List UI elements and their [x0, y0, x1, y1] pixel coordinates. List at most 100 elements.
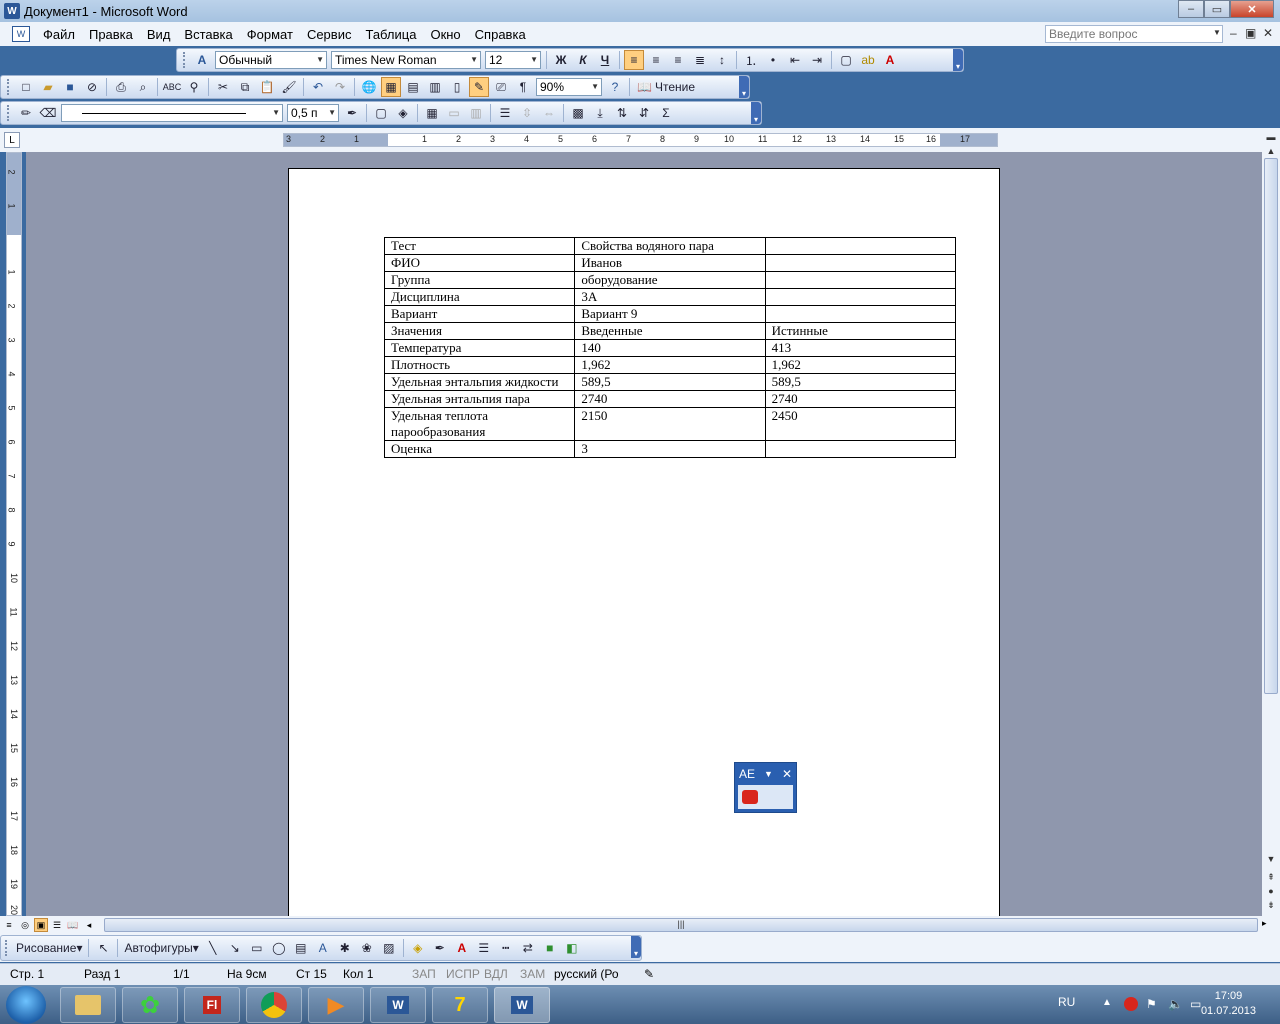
- print-preview-icon[interactable]: ⌕: [133, 77, 153, 97]
- shadow-icon[interactable]: ■: [540, 938, 560, 958]
- spelling-icon[interactable]: ABC: [162, 77, 182, 97]
- shading-color-icon[interactable]: ◈: [393, 103, 413, 123]
- insert-table-icon[interactable]: ▤: [403, 77, 423, 97]
- decrease-indent-icon[interactable]: ⇤: [785, 50, 805, 70]
- menu-window[interactable]: Окно: [423, 27, 467, 42]
- sort-ascending-icon[interactable]: ⇅: [612, 103, 632, 123]
- wordart-icon[interactable]: A: [313, 938, 333, 958]
- style-select[interactable]: Обычный ▼: [215, 51, 327, 69]
- rectangle-icon[interactable]: ▭: [247, 938, 267, 958]
- document-page[interactable]: Тест Свойства водяного пара ФИО Иванов Групп…: [288, 168, 1000, 916]
- chevron-down-icon[interactable]: ▼: [764, 769, 773, 779]
- scroll-down-icon[interactable]: ▼: [1264, 852, 1278, 866]
- table-cell[interactable]: Тест: [383, 237, 576, 255]
- insert-excel-icon[interactable]: ▥: [425, 77, 445, 97]
- underline-button[interactable]: Ч: [595, 50, 615, 70]
- styles-icon[interactable]: A: [192, 50, 212, 70]
- table-cell[interactable]: 1,962: [574, 356, 766, 374]
- toolbar-options-icon[interactable]: ▾: [739, 76, 749, 98]
- picture-icon[interactable]: ▨: [379, 938, 399, 958]
- table-cell[interactable]: 140: [574, 339, 766, 357]
- permission-icon[interactable]: ⊘: [82, 77, 102, 97]
- previous-page-icon[interactable]: ⇞: [1264, 870, 1278, 884]
- outside-border-icon[interactable]: ▢: [371, 103, 391, 123]
- language-indicator[interactable]: RU: [1058, 995, 1075, 1009]
- split-cells-icon[interactable]: ▥: [466, 103, 486, 123]
- arrow-style-icon[interactable]: ⇄: [518, 938, 538, 958]
- merge-cells-icon[interactable]: ▭: [444, 103, 464, 123]
- redo-icon[interactable]: ↷: [330, 77, 350, 97]
- print-icon[interactable]: ⎙: [111, 77, 131, 97]
- line-spacing-icon[interactable]: ↕: [712, 50, 732, 70]
- status-ovr[interactable]: ЗАМ: [520, 967, 545, 981]
- language-bar-floater[interactable]: АЕ ▼ ✕: [734, 762, 797, 813]
- table-cell[interactable]: [764, 254, 957, 272]
- browse-object-icon[interactable]: ●: [1264, 884, 1278, 898]
- scroll-up-icon[interactable]: ▲: [1264, 144, 1278, 158]
- network-icon[interactable]: ⚑: [1146, 997, 1160, 1011]
- horizontal-ruler[interactable]: 3 2 1 1 2 3 4 5 6 7 8 9 10 11 12 13 14 1…: [283, 133, 998, 147]
- table-cell[interactable]: 2740: [764, 390, 957, 408]
- table-cell[interactable]: 589,5: [574, 373, 766, 391]
- table-cell[interactable]: Введенные: [574, 322, 766, 340]
- cut-icon[interactable]: ✂: [213, 77, 233, 97]
- close-button[interactable]: ✕: [1230, 0, 1274, 18]
- maximize-button[interactable]: ▭: [1204, 0, 1230, 18]
- tables-borders-icon[interactable]: ▦: [381, 77, 401, 97]
- table-cell[interactable]: 2450: [764, 407, 957, 441]
- tab-selector-button[interactable]: L: [4, 132, 20, 148]
- toolbar-grip[interactable]: [183, 52, 187, 68]
- table-cell[interactable]: оборудование: [574, 271, 766, 289]
- sort-descending-icon[interactable]: ⇵: [634, 103, 654, 123]
- borders-icon[interactable]: ▢: [836, 50, 856, 70]
- toolbar-options-icon[interactable]: ▾: [953, 49, 963, 71]
- autoshapes-menu-button[interactable]: Автофигуры ▾: [122, 938, 200, 958]
- doc-close-icon[interactable]: ✕: [1263, 26, 1273, 40]
- justify-icon[interactable]: ≣: [690, 50, 710, 70]
- scroll-right-icon[interactable]: ▸: [1262, 918, 1267, 929]
- reading-layout-button[interactable]: 📖 Чтение: [634, 77, 698, 97]
- web-view-icon[interactable]: ◎: [18, 918, 32, 932]
- table-cell[interactable]: 2740: [574, 390, 766, 408]
- italic-button[interactable]: К: [573, 50, 593, 70]
- horizontal-scroll-thumb[interactable]: |||: [104, 918, 1258, 932]
- table-cell[interactable]: [764, 440, 957, 458]
- table-cell[interactable]: [764, 237, 957, 255]
- align-right-icon[interactable]: ≡: [668, 50, 688, 70]
- table-cell[interactable]: Вариант 9: [574, 305, 766, 323]
- line-weight-select[interactable]: 0,5 п ▼: [287, 104, 339, 122]
- table-cell[interactable]: 2150: [574, 407, 766, 441]
- print-layout-icon[interactable]: ▣: [34, 918, 48, 932]
- text-box-icon[interactable]: ▤: [291, 938, 311, 958]
- toolbar-grip[interactable]: [5, 940, 9, 956]
- table-cell[interactable]: Группа: [383, 271, 576, 289]
- distribute-columns-icon[interactable]: ⇔: [539, 103, 559, 123]
- table-cell[interactable]: 3А: [574, 288, 766, 306]
- diagram-icon[interactable]: ✱: [335, 938, 355, 958]
- split-handle-icon[interactable]: ▬: [1264, 130, 1278, 144]
- zoom-select[interactable]: 90% ▼: [536, 78, 602, 96]
- vertical-scrollbar[interactable]: ▬ ▲ ▼ ⇞ ● ⇟: [1262, 128, 1280, 916]
- dash-style-icon[interactable]: ┅: [496, 938, 516, 958]
- table-cell[interactable]: Свойства водяного пара: [574, 237, 766, 255]
- handwriting-icon[interactable]: [742, 790, 758, 804]
- columns-icon[interactable]: ▯: [447, 77, 467, 97]
- open-folder-icon[interactable]: ▰: [38, 77, 58, 97]
- doc-restore-icon[interactable]: ▣: [1245, 26, 1256, 40]
- doc-minimize-icon[interactable]: –: [1230, 26, 1237, 40]
- toolbar-grip[interactable]: [7, 105, 11, 121]
- hyperlink-icon[interactable]: 🌐: [359, 77, 379, 97]
- menu-table[interactable]: Таблица: [358, 27, 423, 42]
- table-cell[interactable]: Удельная энтальпия жидкости: [383, 373, 576, 391]
- status-ext[interactable]: ВДЛ: [484, 967, 508, 981]
- icq-taskbar-button[interactable]: ✿: [122, 987, 178, 1023]
- arrow-icon[interactable]: ↘: [225, 938, 245, 958]
- toolbar-options-icon[interactable]: ▾: [751, 102, 761, 124]
- flash-taskbar-button[interactable]: Fl: [184, 987, 240, 1023]
- distribute-rows-icon[interactable]: ⇳: [517, 103, 537, 123]
- paste-icon[interactable]: 📋: [257, 77, 277, 97]
- align-left-icon[interactable]: ≡: [624, 50, 644, 70]
- show-hide-icon[interactable]: ¶: [513, 77, 533, 97]
- tray-app-icon[interactable]: [1124, 997, 1138, 1011]
- 3d-icon[interactable]: ◧: [562, 938, 582, 958]
